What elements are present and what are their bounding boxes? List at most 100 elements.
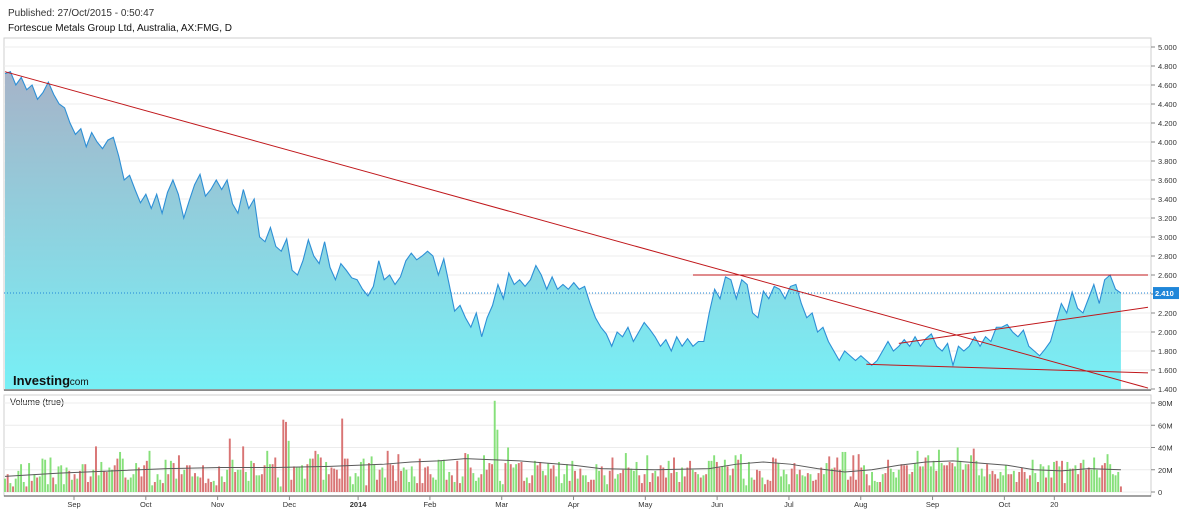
volume-bar [745,485,748,492]
volume-bar [954,466,956,492]
volume-bar [247,480,250,492]
volume-bar [349,476,352,492]
date-tick-label: Nov [211,500,225,509]
volume-bar [905,465,908,492]
volume-bar [231,459,234,492]
volume-bar [317,454,320,492]
volume-bar [485,469,488,492]
volume-bar [493,400,496,492]
volume-bar [287,440,290,492]
current-price-label: 2.410 [1155,289,1174,298]
volume-bar [132,474,135,492]
volume-bar [156,474,159,492]
volume-bar [600,466,603,492]
price-tick-label: 4.600 [1158,81,1177,90]
volume-bar [643,474,646,492]
volume-bar [12,486,14,492]
volume-bar [263,465,266,492]
volume-bar [705,474,708,492]
volume-bar [54,484,57,492]
volume-bar [41,458,44,492]
volume-bar [640,483,643,492]
volume-bar [1039,464,1042,492]
volume-bar [1079,463,1082,492]
volume-bar [1069,468,1072,492]
volume-bar [453,481,456,492]
volume-bar [220,476,223,492]
volume-bar [330,467,333,492]
volume-bar [210,481,213,492]
volume-bar [568,480,571,492]
volume-bar [590,479,593,492]
volume-bar [33,474,36,492]
volume-bar [946,465,948,492]
volume-bar [547,463,550,492]
volume-bar [734,455,737,492]
volume-bar [402,467,405,492]
volume-bar [699,477,702,492]
volume-bar [846,479,849,492]
volume-bar [667,460,670,492]
volume-bar [1023,471,1026,492]
volume-bar [697,474,700,492]
volume-bar [113,465,116,492]
volume-bar [512,467,515,492]
volume-bar [164,459,167,492]
volume-bar [761,477,764,492]
volume-bar [95,446,97,492]
volume-bar [702,475,705,492]
volume-bar [242,446,245,492]
volume-bar [1034,473,1037,492]
volume-bar [849,476,852,492]
volume-bar [309,458,312,492]
volume-bar [895,477,898,492]
volume-bar [186,465,188,492]
volume-bar [796,474,799,492]
volume-tick-label: 20M [1158,466,1173,475]
volume-bar [60,465,63,492]
volume-bar [683,476,686,492]
volume-bar [140,476,143,492]
volume-bar [62,484,65,492]
volume-bar [161,483,164,492]
date-tick-label: 20 [1050,500,1058,509]
volume-bar [333,468,336,492]
volume-bar [758,470,761,492]
volume-bar [1018,471,1021,492]
volume-bar [57,466,60,492]
volume-bar [359,461,362,492]
volume-bar [718,467,721,492]
volume-bar [876,481,879,492]
volume-bar [408,481,411,492]
volume-bar [769,480,772,492]
volume-bar [226,469,229,492]
volume-bar [202,465,204,492]
volume-bar [919,466,922,492]
volume-bar [552,465,555,492]
volume-bar [790,468,793,492]
price-tick-label: 2.600 [1158,271,1177,280]
volume-bar [100,461,103,492]
volume-bar [1093,457,1096,492]
volume-bar [686,467,689,492]
volume-bar [365,485,368,492]
volume-bar [167,474,170,492]
volume-bar [656,476,659,492]
volume-bar [616,474,619,492]
volume-bar [303,478,306,492]
volume-moving-average [4,458,1121,477]
volume-bar [756,469,758,492]
volume-bar [817,473,820,492]
volume-bar [943,465,946,492]
volume-bar [793,463,796,492]
volume-bar [135,463,138,492]
volume-bar [159,479,162,492]
date-tick-label: Jul [784,500,794,509]
volume-bar [442,459,445,492]
volume-bar [78,470,81,492]
volume-bar [673,457,675,492]
volume-bar [836,457,839,492]
volume-bar [343,458,346,492]
volume-bar [525,477,528,492]
price-chart[interactable]: 5.000 4.800 4.600 4.400 4.200 4.000 3.800 3.600… [0,0,1184,518]
